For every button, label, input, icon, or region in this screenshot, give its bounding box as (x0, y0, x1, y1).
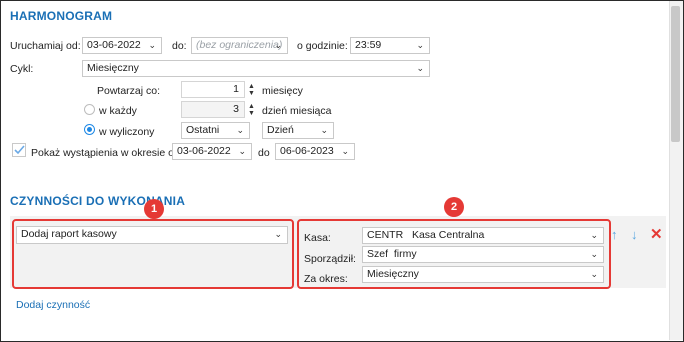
start-date-select[interactable]: 03-06-2022 ⌄ (82, 37, 162, 54)
repeat-stepper[interactable]: 1 (181, 81, 245, 98)
every-stepper[interactable]: 3 (181, 101, 245, 118)
section-title-harmonogram: HARMONOGRAM (10, 9, 113, 23)
time-select[interactable]: 23:59 ⌄ (350, 37, 430, 54)
add-action-link[interactable]: Dodaj czynność (16, 299, 90, 311)
show-from-select[interactable]: 03-06-2022 ⌄ (172, 143, 252, 160)
checkmark-icon (14, 145, 25, 155)
chevron-down-icon: ⌄ (236, 125, 244, 135)
cycle-select[interactable]: Miesięczny ⌄ (82, 60, 430, 77)
calc-which-select[interactable]: Ostatni ⌄ (181, 122, 250, 139)
radio-every[interactable] (84, 104, 95, 115)
scrollbar-thumb[interactable] (671, 6, 680, 142)
show-occurrences-checkbox[interactable] (12, 143, 26, 157)
close-icon[interactable]: ✕ (650, 225, 663, 243)
spinner-arrows-icon[interactable]: ▲ ▼ (248, 83, 255, 97)
chevron-down-icon: ⌄ (416, 63, 424, 73)
end-label: do: (172, 40, 187, 52)
every-label: w każdy (99, 105, 137, 117)
callout-badge-1: 1 (144, 199, 164, 219)
chevron-down-icon: ⌄ (341, 146, 349, 156)
show-to-label: do (258, 147, 270, 159)
show-to-select[interactable]: 06-06-2023 ⌄ (275, 143, 355, 160)
calc-unit-select[interactable]: Dzień ⌄ (262, 122, 334, 139)
spinner-arrows-icon[interactable]: ▲ ▼ (248, 103, 255, 117)
chevron-down-icon: ⌄ (274, 40, 282, 50)
repeat-label: Powtarzaj co: (97, 85, 161, 97)
highlight-box-2 (297, 219, 611, 289)
show-label: Pokaż wystąpienia w okresie od (31, 147, 180, 159)
chevron-down-icon: ⌄ (416, 40, 424, 50)
chevron-down-icon: ⌄ (320, 125, 328, 135)
start-label: Uruchamiaj od: (10, 40, 81, 52)
time-label: o godzinie: (297, 40, 348, 52)
repeat-unit: miesięcy (262, 85, 303, 97)
callout-badge-2: 2 (444, 197, 464, 217)
highlight-box-1 (12, 219, 294, 289)
radio-calculated[interactable] (84, 124, 95, 135)
cycle-label: Cykl: (10, 63, 34, 75)
end-date-select[interactable]: (bez ograniczenia) ⌄ (191, 37, 288, 54)
chevron-down-icon: ⌄ (148, 40, 156, 50)
calc-label: w wyliczony (99, 126, 155, 138)
arrow-down-icon[interactable]: ↓ (631, 227, 638, 242)
chevron-down-icon: ⌄ (238, 146, 246, 156)
every-unit: dzień miesiąca (262, 105, 332, 117)
arrow-up-icon[interactable]: ↑ (611, 227, 618, 242)
